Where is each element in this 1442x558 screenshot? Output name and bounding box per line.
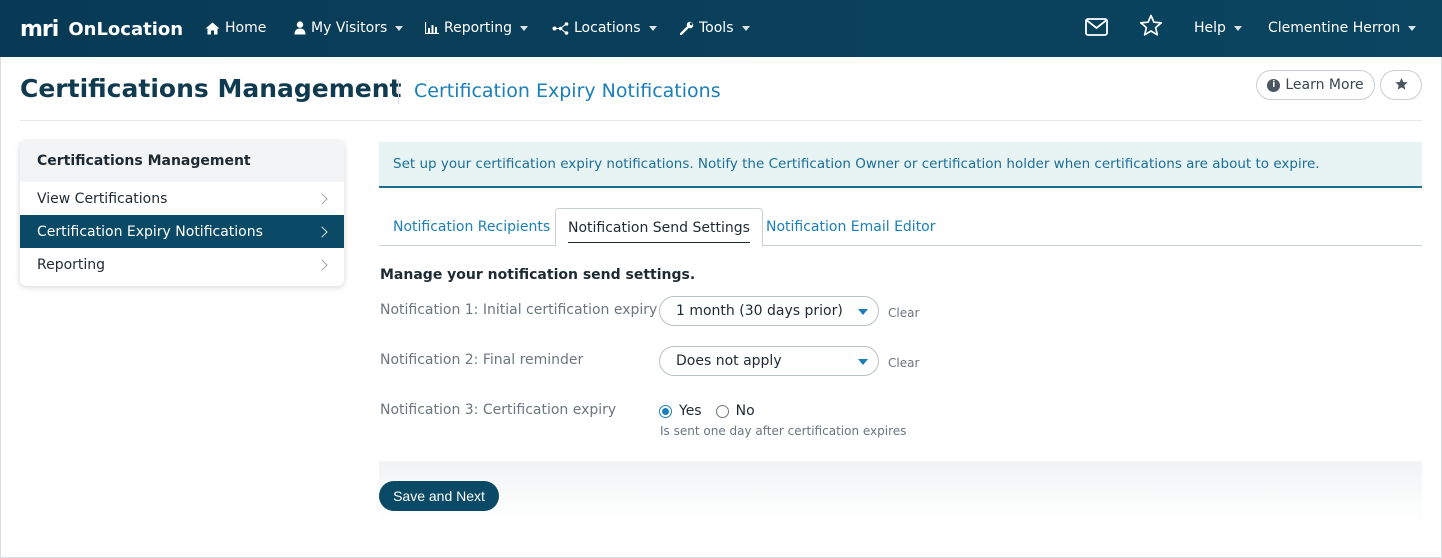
chevron-right-icon xyxy=(316,192,328,205)
notification-3-label: Notification 3: Certification expiry xyxy=(380,402,617,418)
user-menu[interactable]: Clementine Herron xyxy=(1268,18,1417,38)
radio-yes-label[interactable]: Yes xyxy=(679,403,702,419)
nav-locations-label: Locations xyxy=(574,20,641,36)
form-action-area xyxy=(379,461,1422,523)
dropdown-arrow-icon xyxy=(858,309,868,315)
learn-more-button[interactable]: i Learn More xyxy=(1256,70,1375,100)
envelope-icon xyxy=(1085,18,1108,40)
chevron-down-icon xyxy=(648,25,657,31)
dropdown-arrow-icon xyxy=(858,359,868,365)
sidebar-menu: Certifications Management View Certifica… xyxy=(20,141,344,286)
tab-label: Notification Send Settings xyxy=(568,219,750,236)
notification-2-clear-link[interactable]: Clear xyxy=(888,356,919,370)
tab-notification-recipients[interactable]: Notification Recipients xyxy=(393,208,550,246)
learn-more-label: Learn More xyxy=(1285,77,1364,93)
app-name: OnLocation xyxy=(68,18,184,40)
notification-3-helper-text: Is sent one day after certification expi… xyxy=(660,424,907,438)
nav-locations[interactable]: Locations xyxy=(552,18,657,38)
tab-label: Notification Recipients xyxy=(393,219,551,235)
nav-help-label: Help xyxy=(1194,20,1226,36)
tab-label: Notification Email Editor xyxy=(766,219,936,235)
chevron-down-icon xyxy=(395,25,404,31)
page-title: Certifications Management xyxy=(20,74,402,103)
sidebar-item-label: View Certifications xyxy=(37,190,168,207)
home-icon xyxy=(205,22,220,35)
messages-button[interactable] xyxy=(1085,18,1108,40)
info-banner: Set up your certification expiry notific… xyxy=(379,142,1422,188)
sidebar-item-label: Certification Expiry Notifications xyxy=(37,223,263,240)
nav-my-visitors-label: My Visitors xyxy=(311,20,388,36)
notification-1-value: 1 month (30 days prior) xyxy=(676,303,843,319)
notification-1-clear-link[interactable]: Clear xyxy=(888,306,919,320)
nav-my-visitors[interactable]: My Visitors xyxy=(294,18,404,38)
top-navigation-bar: mri OnLocation Home My Visitors Reportin… xyxy=(0,0,1442,57)
notification-2-value: Does not apply xyxy=(676,353,782,369)
page-subtitle: Certification Expiry Notifications xyxy=(414,80,721,102)
nav-reporting-label: Reporting xyxy=(444,20,513,36)
app-logo[interactable]: mri OnLocation xyxy=(20,16,183,42)
mri-logo-mark: mri xyxy=(20,16,59,42)
star-outline-icon xyxy=(1139,14,1163,41)
favorite-page-button[interactable] xyxy=(1380,70,1422,100)
notification-2-select[interactable]: Does not apply xyxy=(659,346,879,376)
sidebar-item-view-certifications[interactable]: View Certifications xyxy=(20,182,344,215)
radio-yes[interactable] xyxy=(659,404,672,418)
notification-1-label: Notification 1: Initial certification ex… xyxy=(380,302,658,318)
save-and-next-button[interactable]: Save and Next xyxy=(379,481,499,511)
chevron-down-icon xyxy=(741,25,750,31)
sidebar-item-certification-expiry-notifications[interactable]: Certification Expiry Notifications xyxy=(20,215,344,248)
notification-1-select[interactable]: 1 month (30 days prior) xyxy=(659,296,879,326)
tab-bar: Notification Recipients Notification Sen… xyxy=(379,208,1422,247)
chevron-down-icon xyxy=(1233,25,1242,31)
chevron-right-icon xyxy=(316,258,328,271)
sidebar-item-label: Reporting xyxy=(37,256,106,273)
bar-chart-icon xyxy=(425,22,439,34)
star-icon xyxy=(1394,76,1409,95)
user-name: Clementine Herron xyxy=(1268,20,1401,36)
sidebar-heading: Certifications Management xyxy=(20,141,344,182)
chevron-down-icon xyxy=(520,25,529,31)
header-divider xyxy=(20,120,1422,121)
nav-tools-label: Tools xyxy=(699,20,734,36)
chevron-right-icon xyxy=(316,225,328,238)
nav-home[interactable]: Home xyxy=(205,18,266,38)
title-divider xyxy=(398,80,399,104)
info-icon: i xyxy=(1267,78,1281,92)
tab-notification-send-settings[interactable]: Notification Send Settings xyxy=(555,208,763,247)
notification-3-radio-group: Yes No xyxy=(659,403,769,419)
nav-help[interactable]: Help xyxy=(1194,18,1242,38)
wrench-icon xyxy=(680,21,694,35)
sidebar-item-reporting[interactable]: Reporting xyxy=(20,248,344,281)
network-icon xyxy=(552,21,569,35)
user-icon xyxy=(294,21,306,35)
form-title: Manage your notification send settings. xyxy=(380,267,696,283)
tab-notification-email-editor[interactable]: Notification Email Editor xyxy=(766,208,936,246)
nav-home-label: Home xyxy=(225,20,267,36)
radio-no[interactable] xyxy=(715,404,729,418)
radio-no-label[interactable]: No xyxy=(736,403,755,419)
active-tab-underline xyxy=(568,242,750,243)
notification-2-label: Notification 2: Final reminder xyxy=(380,352,584,368)
nav-reporting[interactable]: Reporting xyxy=(425,18,529,38)
nav-tools[interactable]: Tools xyxy=(680,18,750,38)
chevron-down-icon xyxy=(1408,25,1417,31)
favorites-button[interactable] xyxy=(1139,14,1163,37)
